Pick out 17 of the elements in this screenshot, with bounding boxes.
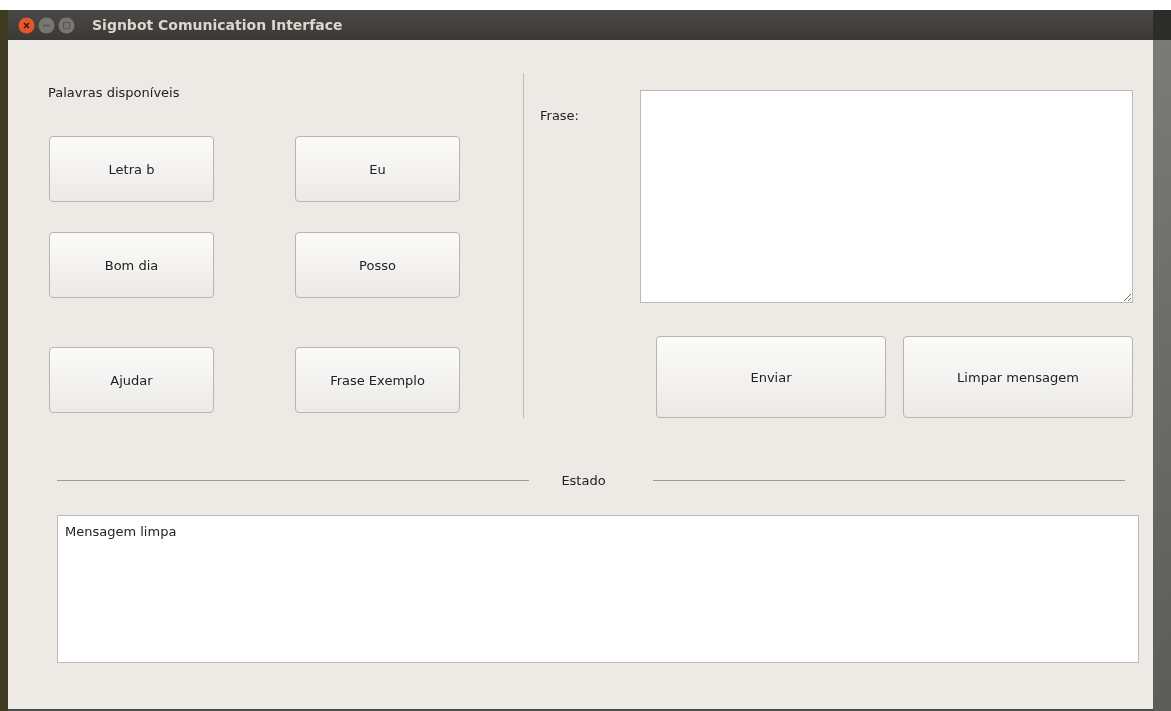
word-button[interactable]: Eu: [295, 136, 460, 202]
phrase-label: Frase:: [540, 108, 579, 123]
word-button[interactable]: Letra b: [49, 136, 214, 202]
phrase-field[interactable]: [640, 90, 1133, 303]
status-label: Estado: [560, 473, 607, 488]
close-icon[interactable]: [18, 16, 35, 34]
action-button[interactable]: Limpar mensagem: [903, 336, 1133, 418]
word-button[interactable]: Ajudar: [49, 347, 214, 413]
maximize-icon[interactable]: [58, 16, 75, 34]
words-label: Palavras disponíveis: [48, 85, 180, 100]
status-field[interactable]: Mensagem limpa: [57, 515, 1139, 663]
word-button[interactable]: Posso: [295, 232, 460, 298]
minimize-icon[interactable]: [38, 16, 55, 34]
window-title: Signbot Comunication Interface: [92, 17, 343, 33]
action-button[interactable]: Enviar: [656, 336, 886, 418]
word-button[interactable]: Frase Exemplo: [295, 347, 460, 413]
word-button[interactable]: Bom dia: [49, 232, 214, 298]
